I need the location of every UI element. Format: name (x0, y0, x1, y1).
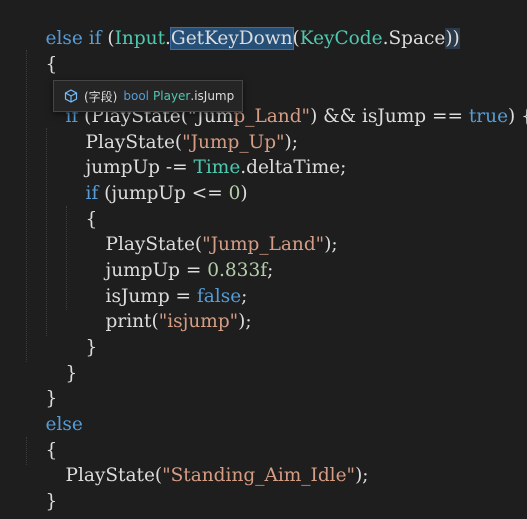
quickinfo-tooltip: (字段) bool Player. isJump (53, 80, 243, 112)
string-isjump: "isjump" (158, 311, 239, 332)
class-input: Input (114, 28, 166, 49)
field-icon (64, 89, 78, 103)
code-line-16[interactable]: else (22, 387, 83, 435)
brace-close: } (85, 337, 98, 358)
indent-guide (46, 128, 47, 336)
code-line-6[interactable]: jumpUp -= Time.deltaTime; (62, 130, 347, 178)
number-zero: 0 (228, 183, 241, 204)
code-line-11[interactable]: isJump = false; (82, 259, 248, 307)
paren-brace: ) { (508, 106, 527, 127)
condition: ) && isJump == (310, 106, 469, 127)
code-line-7[interactable]: if (jumpUp <= 0) (62, 156, 248, 204)
paren-open: ( (101, 28, 115, 49)
condition: (jumpUp <= (98, 183, 229, 204)
class-keycode: KeyCode (299, 28, 383, 49)
code-line-10[interactable]: jumpUp = 0.833f; (82, 233, 274, 281)
quickinfo-type: bool (123, 89, 150, 103)
code-line-19[interactable]: } (22, 464, 58, 512)
quickinfo-kind: (字段) (84, 89, 118, 104)
member-deltatime: .deltaTime; (240, 157, 347, 178)
call-print: print( (105, 311, 159, 332)
code-editor[interactable]: else if (Input.GetKeyDown(KeyCode.Space)… (0, 0, 527, 519)
brace-close: } (65, 363, 78, 384)
selected-method-getkeydown[interactable]: GetKeyDown (169, 27, 294, 50)
code-line-9[interactable]: PlayState("Jump_Land"); (82, 207, 338, 255)
paren-close: ) (240, 183, 248, 204)
call-end: ); (355, 465, 369, 486)
code-line-8[interactable]: { (62, 182, 98, 230)
code-line-15[interactable]: } (22, 361, 58, 409)
code-line-12[interactable]: print("isjump"); (82, 284, 252, 332)
keyword-if: if (88, 28, 102, 49)
quickinfo-class[interactable]: Player (153, 89, 190, 103)
brace-close: } (45, 491, 58, 512)
code-line-18[interactable]: PlayState("Standing_Aim_Idle"); (42, 438, 369, 486)
paren-close: )) (445, 28, 460, 49)
code-line-1[interactable]: else if (Input.GetKeyDown(KeyCode.Space)… (22, 1, 460, 50)
call-end: ); (324, 234, 338, 255)
code-line-13[interactable]: } (62, 310, 98, 358)
code-line-3[interactable]: isJump = true; (42, 53, 203, 101)
value-true: true (468, 106, 509, 127)
code-line-17[interactable]: { (22, 413, 58, 461)
member-space: .Space (382, 28, 446, 49)
string-standing-aim-idle: "Standing_Aim_Idle" (162, 465, 356, 486)
paren-open-2: ( (292, 28, 300, 49)
code-line-2[interactable]: { (22, 27, 58, 75)
semicolon: ; (267, 260, 274, 281)
code-line-14[interactable]: } (42, 336, 78, 384)
call-end: ); (238, 311, 252, 332)
call-playstate: PlayState( (65, 465, 163, 486)
quickinfo-member: isJump (194, 89, 235, 103)
